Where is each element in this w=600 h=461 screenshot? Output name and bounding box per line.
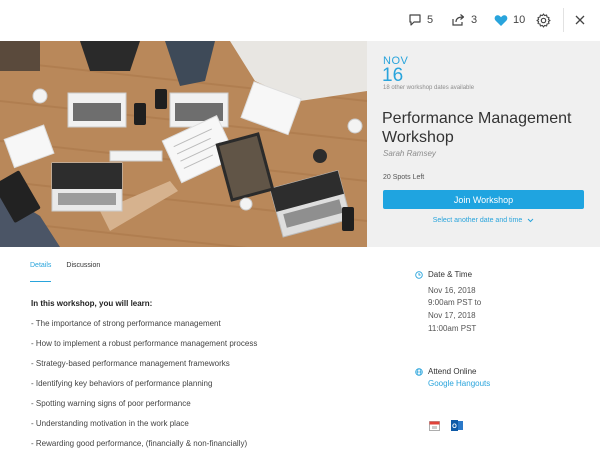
- comment-icon: [409, 14, 421, 26]
- settings-button[interactable]: [536, 10, 551, 30]
- hero-image: [0, 41, 367, 247]
- outlook-icon[interactable]: O: [451, 419, 463, 432]
- list-item: - Identifying key behaviors of performan…: [31, 379, 213, 388]
- top-action-bar: 5 3 10: [0, 0, 600, 41]
- share-icon: [452, 14, 465, 26]
- select-another-date-link[interactable]: Select another date and time: [383, 217, 584, 224]
- attend-online-label: Attend Online: [428, 367, 477, 376]
- spots-left: 20 Spots Left: [383, 174, 425, 181]
- tab-discussion[interactable]: Discussion: [66, 262, 100, 282]
- globe-icon: [415, 368, 423, 376]
- list-item: - Spotting warning signs of poor perform…: [31, 399, 191, 408]
- share-button[interactable]: 3: [451, 10, 477, 30]
- like-button[interactable]: 10: [494, 10, 525, 30]
- event-info-panel: NOV 16 18 other workshop dates available…: [367, 41, 600, 247]
- comments-button[interactable]: 5: [408, 10, 433, 30]
- date-line: Nov 17, 2018: [428, 311, 476, 320]
- chevron-down-icon: [527, 218, 534, 222]
- gear-icon: [536, 12, 551, 28]
- list-item: - Strategy-based performance management …: [31, 359, 230, 368]
- list-item: - How to implement a robust performance …: [31, 339, 258, 348]
- close-button[interactable]: [574, 10, 586, 30]
- date-line: 11:00am PST: [428, 324, 477, 333]
- toolbar-divider: [563, 8, 564, 32]
- heart-icon: [494, 14, 508, 26]
- tab-details[interactable]: Details: [30, 262, 52, 282]
- page-title: Performance Management Workshop: [382, 110, 572, 146]
- select-date-label: Select another date and time: [432, 217, 523, 224]
- list-item: - Rewarding good performance, (financial…: [31, 439, 248, 448]
- date-time-label: Date & Time: [428, 270, 473, 279]
- learn-heading: In this workshop, you will learn:: [31, 299, 153, 308]
- likes-count: 10: [513, 14, 526, 26]
- calendar-icon[interactable]: [429, 420, 440, 431]
- clock-icon: [415, 271, 423, 279]
- content-tabs: Details Discussion: [30, 262, 115, 282]
- comments-count: 5: [427, 14, 434, 26]
- learn-list: - The importance of strong performance m…: [31, 319, 257, 459]
- list-item: - The importance of strong performance m…: [31, 319, 221, 328]
- close-icon: [575, 15, 585, 25]
- event-day: 16: [382, 65, 404, 86]
- date-line: 9:00am PST to: [428, 298, 482, 307]
- google-hangouts-link[interactable]: Google Hangouts: [428, 379, 490, 388]
- list-item: - Understanding motivation in the work p…: [31, 419, 189, 428]
- join-workshop-button[interactable]: Join Workshop: [383, 190, 584, 209]
- svg-text:O: O: [452, 424, 457, 430]
- other-dates-note: 18 other workshop dates available: [383, 85, 475, 91]
- host-name: Sarah Ramsey: [383, 149, 436, 158]
- shares-count: 3: [471, 14, 478, 26]
